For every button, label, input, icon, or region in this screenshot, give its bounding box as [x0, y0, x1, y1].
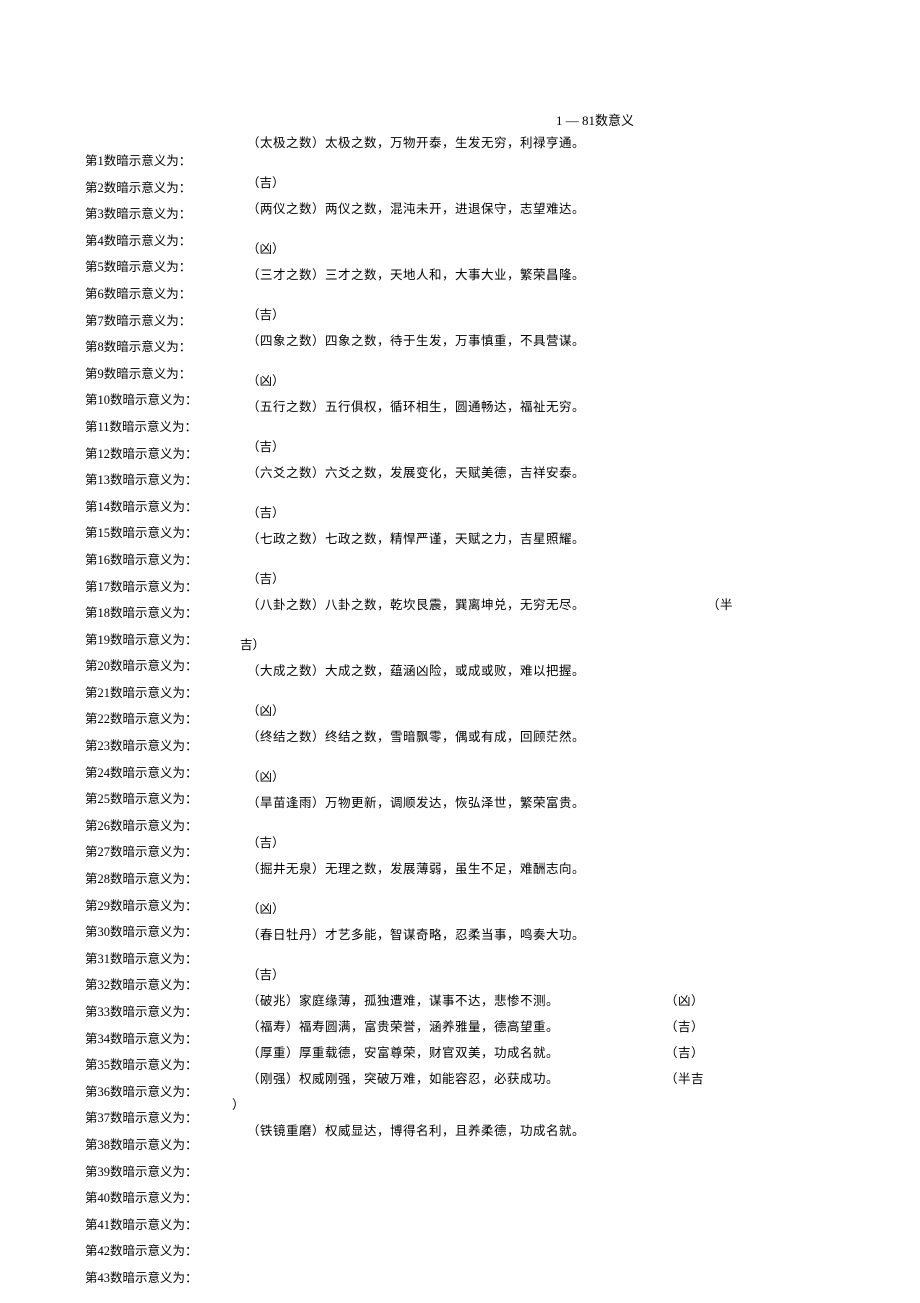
number-label-5: 第5数暗示意义为： [85, 254, 198, 281]
number-label-24: 第24数暗示意义为： [85, 760, 198, 787]
inline-rating-16: （吉） [665, 1040, 704, 1066]
inline-meaning-15: （福寿）福寿圆满，富贵荣誉，涵养雅量，德高望重。（吉） [247, 1014, 727, 1040]
rating-1: （吉） [247, 156, 727, 196]
meaning-text-2: （两仪之数）两仪之数，混沌未开，进退保守，志望难达。 [247, 196, 727, 222]
meaning-text-10: （终结之数）终结之数，雪暗飘零，偶或有成，回顾茫然。 [247, 724, 727, 750]
number-label-18: 第18数暗示意义为： [85, 600, 198, 627]
meaning-text-8: （八卦之数）八卦之数，乾坎艮震，巽离坤兑，无穷无尽。（半 [247, 592, 727, 618]
meaning-text-5: （五行之数）五行俱权，循环相生，圆通畅达，福祉无穷。 [247, 394, 727, 420]
number-label-38: 第38数暗示意义为： [85, 1132, 198, 1159]
number-label-1: 第1数暗示意义为： [85, 148, 198, 175]
number-label-15: 第15数暗示意义为： [85, 520, 198, 547]
number-label-34: 第34数暗示意义为： [85, 1026, 198, 1053]
meaning-text-9: （大成之数）大成之数，蕴涵凶险，或成或败，难以把握。 [247, 658, 727, 684]
number-label-42: 第42数暗示意义为： [85, 1238, 198, 1265]
meaning-text-6: （六爻之数）六爻之数，发展变化，天赋美德，吉祥安泰。 [247, 460, 727, 486]
number-label-8: 第8数暗示意义为： [85, 334, 198, 361]
number-label-14: 第14数暗示意义为： [85, 494, 198, 521]
number-label-23: 第23数暗示意义为： [85, 733, 198, 760]
inline-meaning-16: （厚重）厚重载德，安富尊荣，财官双美，功成名就。（吉） [247, 1040, 727, 1066]
meaning-text-7: （七政之数）七政之数，精悍严谨，天赋之力，吉星照耀。 [247, 526, 727, 552]
rating-2: （凶） [247, 222, 727, 262]
number-label-7: 第7数暗示意义为： [85, 308, 198, 335]
number-label-29: 第29数暗示意义为： [85, 893, 198, 920]
rating-6: （吉） [247, 486, 727, 526]
meaning-text-1: （太极之数）太极之数，万物开泰，生发无穷，利禄亨通。 [247, 130, 727, 156]
rating-8: 吉） [240, 618, 727, 658]
number-label-30: 第30数暗示意义为： [85, 919, 198, 946]
number-label-9: 第9数暗示意义为： [85, 361, 198, 388]
number-label-10: 第10数暗示意义为： [85, 387, 198, 414]
number-label-28: 第28数暗示意义为： [85, 866, 198, 893]
inline-rating-17: （半吉 [665, 1066, 704, 1092]
meaning-text-12: （掘井无泉）无理之数，发展薄弱，虽生不足，难酬志向。 [247, 856, 727, 882]
inline-meaning-17: （刚强）权威刚强，突破万难，如能容忍，必获成功。（半吉 [247, 1066, 727, 1092]
rating-7: （吉） [247, 552, 727, 592]
number-label-16: 第16数暗示意义为： [85, 547, 198, 574]
number-label-20: 第20数暗示意义为： [85, 653, 198, 680]
meaning-text-11: （旱苗逢雨）万物更新，调顺发达，恢弘泽世，繁荣富贵。 [247, 790, 727, 816]
number-label-43: 第43数暗示意义为： [85, 1265, 198, 1292]
meaning-text-4: （四象之数）四象之数，待于生发，万事慎重，不具营谋。 [247, 328, 727, 354]
number-label-35: 第35数暗示意义为： [85, 1052, 198, 1079]
number-label-26: 第26数暗示意义为： [85, 813, 198, 840]
number-label-32: 第32数暗示意义为： [85, 972, 198, 999]
rating-3: （吉） [247, 288, 727, 328]
inline-rating-14: （凶） [665, 988, 704, 1014]
inline-rating-15: （吉） [665, 1014, 704, 1040]
number-label-11: 第11数暗示意义为： [85, 414, 198, 441]
number-label-22: 第22数暗示意义为： [85, 706, 198, 733]
number-label-3: 第3数暗示意义为： [85, 201, 198, 228]
number-label-17: 第17数暗示意义为： [85, 574, 198, 601]
number-label-21: 第21数暗示意义为： [85, 680, 198, 707]
number-label-39: 第39数暗示意义为： [85, 1159, 198, 1186]
rating-4: （凶） [247, 354, 727, 394]
rating-9: （凶） [247, 684, 727, 724]
number-label-13: 第13数暗示意义为： [85, 467, 198, 494]
number-label-6: 第6数暗示意义为： [85, 281, 198, 308]
number-label-2: 第2数暗示意义为： [85, 175, 198, 202]
left-column: 第1数暗示意义为：第2数暗示意义为：第3数暗示意义为：第4数暗示意义为：第5数暗… [85, 148, 198, 1292]
rating-10: （凶） [247, 750, 727, 790]
number-label-37: 第37数暗示意义为： [85, 1105, 198, 1132]
number-label-19: 第19数暗示意义为： [85, 627, 198, 654]
rating-5: （吉） [247, 420, 727, 460]
right-column: （太极之数）太极之数，万物开泰，生发无穷，利禄亨通。（吉）（两仪之数）两仪之数，… [247, 130, 727, 1144]
number-label-4: 第4数暗示意义为： [85, 228, 198, 255]
number-label-27: 第27数暗示意义为： [85, 839, 198, 866]
rating-12: （凶） [247, 882, 727, 922]
rating-11: （吉） [247, 816, 727, 856]
number-label-41: 第41数暗示意义为： [85, 1212, 198, 1239]
number-label-33: 第33数暗示意义为： [85, 999, 198, 1026]
meaning-text-3: （三才之数）三才之数，天地人和，大事大业，繁荣昌隆。 [247, 262, 727, 288]
number-label-25: 第25数暗示意义为： [85, 786, 198, 813]
number-label-40: 第40数暗示意义为： [85, 1185, 198, 1212]
number-label-12: 第12数暗示意义为： [85, 441, 198, 468]
rating-13: （吉） [247, 948, 727, 988]
inline-meaning-14: （破兆）家庭缘薄，孤独遭难，谋事不达，悲惨不测。（凶） [247, 988, 727, 1014]
inline-meaning-18: （铁镜重磨）权威显达，博得名利，且养柔德，功成名就。 [247, 1118, 727, 1144]
page-title: 1 — 81数意义 [85, 110, 835, 129]
number-label-31: 第31数暗示意义为： [85, 946, 198, 973]
meaning-text-13: （春日牡丹）才艺多能，智谋奇略，忍柔当事，鸣奏大功。 [247, 922, 727, 948]
number-label-36: 第36数暗示意义为： [85, 1079, 198, 1106]
